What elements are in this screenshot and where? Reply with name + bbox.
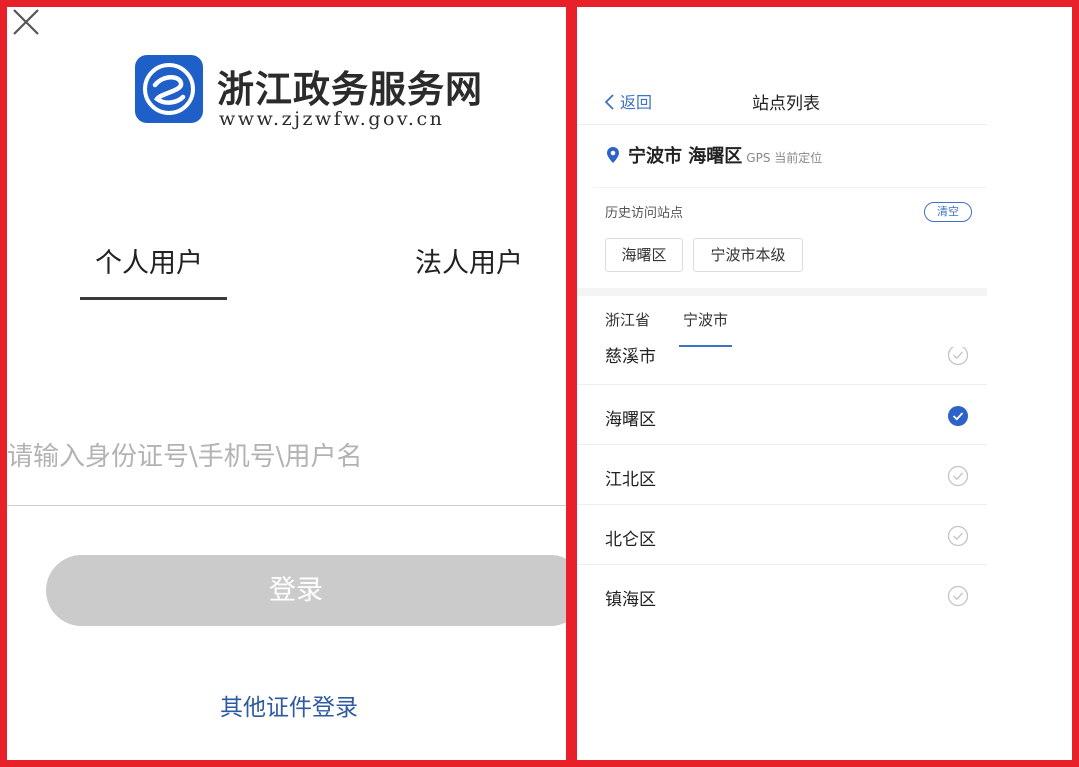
list-item[interactable]: 江北区: [577, 445, 987, 505]
zjzwfw-logo-icon: [135, 55, 203, 123]
check-circle-icon: [947, 585, 969, 607]
site-list-panel: 返回 站点列表 宁波市 海曙区 GPS 当前定位 历史访问站点 清空 海曙区 宁波…: [577, 7, 1072, 760]
gps-city: 宁波市 海曙区: [628, 146, 743, 167]
clear-history-button[interactable]: 清空: [924, 202, 972, 222]
tab-city[interactable]: 宁波市: [683, 309, 728, 330]
login-button[interactable]: 登录: [46, 555, 566, 626]
active-tab-indicator: [80, 297, 227, 300]
tab-personal-user[interactable]: 个人用户: [95, 241, 203, 280]
list-item-label: 北仑区: [605, 530, 656, 550]
gps-note: GPS 当前定位: [746, 151, 823, 165]
check-circle-icon: [947, 465, 969, 487]
input-underline: [7, 505, 566, 506]
other-id-login-link[interactable]: 其他证件登录: [7, 688, 566, 722]
check-circle-icon: [948, 406, 968, 426]
list-item[interactable]: 北仑区: [577, 505, 987, 565]
tab-legal-user[interactable]: 法人用户: [415, 241, 523, 280]
list-item-label: 慈溪市: [605, 347, 656, 367]
history-chip[interactable]: 海曙区: [605, 238, 683, 272]
list-item-label: 江北区: [605, 470, 656, 490]
nav-bar: 返回 站点列表: [577, 81, 987, 125]
check-circle-icon: [947, 347, 969, 366]
list-item-label: 镇海区: [605, 590, 656, 610]
history-section: 历史访问站点 清空 海曙区 宁波市本级: [593, 187, 987, 288]
list-item[interactable]: 慈溪市: [577, 347, 987, 385]
close-icon: [13, 9, 39, 35]
section-divider: [577, 288, 987, 296]
site-logo: 浙江政务服务网 www.zjzwfw.gov.cn: [135, 55, 495, 130]
check-circle-icon: [947, 525, 969, 547]
page-title: 站点列表: [752, 94, 820, 114]
login-button-label: 登录: [269, 575, 323, 606]
site-url: www.zjzwfw.gov.cn: [219, 108, 445, 130]
gps-location[interactable]: 宁波市 海曙区 GPS 当前定位: [606, 142, 822, 168]
other-id-login-label: 其他证件登录: [220, 695, 358, 721]
site-title: 浙江政务服务网: [217, 67, 483, 111]
list-item[interactable]: 镇海区: [577, 565, 987, 625]
list-item-label: 海曙区: [605, 410, 656, 430]
login-panel: 浙江政务服务网 www.zjzwfw.gov.cn 个人用户 法人用户 登录 其…: [7, 7, 566, 760]
list-item[interactable]: 海曙区: [577, 385, 987, 445]
history-label: 历史访问站点: [605, 206, 684, 221]
close-button[interactable]: [11, 7, 41, 37]
history-chip[interactable]: 宁波市本级: [693, 238, 803, 272]
tab-province[interactable]: 浙江省: [605, 309, 650, 330]
site-list: 慈溪市 海曙区 江北区 北仑区 镇海区: [577, 347, 987, 760]
account-input[interactable]: [7, 432, 562, 482]
location-pin-icon: [607, 147, 619, 163]
